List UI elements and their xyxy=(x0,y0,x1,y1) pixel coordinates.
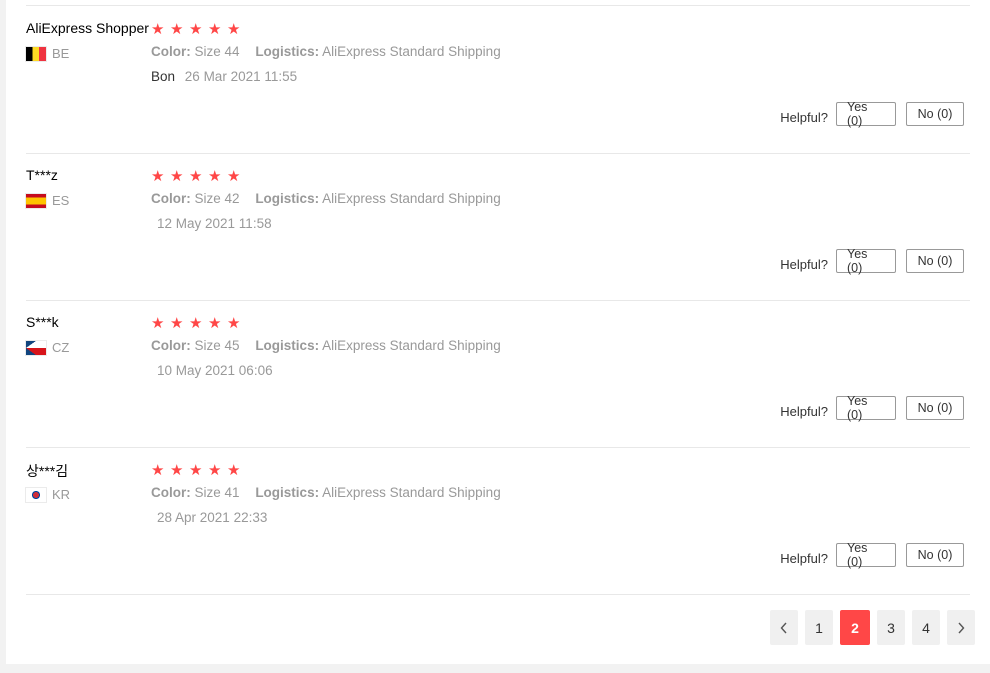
country-code: ES xyxy=(52,193,70,208)
star-icon: ★ xyxy=(151,315,165,332)
star-icon: ★ xyxy=(151,21,165,38)
prev-page-button[interactable] xyxy=(770,610,798,645)
review-item: S***k CZ ★ ★ ★ ★ ★ Color: Size 45 Logist… xyxy=(26,300,970,448)
helpful-vote: Helpful? Yes (0) No (0) xyxy=(780,541,964,569)
helpful-label: Helpful? xyxy=(780,256,828,272)
color-label: Color: xyxy=(151,191,191,206)
star-icon: ★ xyxy=(170,462,184,479)
country-code: BE xyxy=(52,46,70,61)
order-attributes: Color: Size 44 Logistics: AliExpress Sta… xyxy=(151,44,501,59)
helpful-label: Helpful? xyxy=(780,550,828,566)
review-date: 28 Apr 2021 22:33 xyxy=(157,510,268,525)
review-item: 상***김 KR ★ ★ ★ ★ ★ Color: Size 41 Logist… xyxy=(26,447,970,595)
star-icon: ★ xyxy=(227,315,241,332)
review-feedback: Bon 26 Mar 2021 11:55 xyxy=(151,69,297,84)
belgium-flag-icon xyxy=(26,46,46,61)
star-icon: ★ xyxy=(208,462,222,479)
helpful-yes-button[interactable]: Yes (0) xyxy=(836,247,896,275)
logistics-value: AliExpress Standard Shipping xyxy=(322,191,501,206)
helpful-yes-button[interactable]: Yes (0) xyxy=(836,100,896,128)
logistics-label: Logistics: xyxy=(255,338,320,353)
star-rating: ★ ★ ★ ★ ★ xyxy=(151,462,246,480)
chevron-right-icon xyxy=(958,622,965,633)
reviewer-country: CZ xyxy=(26,340,69,355)
helpful-label: Helpful? xyxy=(780,109,828,125)
star-icon: ★ xyxy=(227,168,241,185)
chevron-left-icon xyxy=(780,622,787,633)
page-button-3[interactable]: 3 xyxy=(877,610,905,645)
review-date: 12 May 2021 11:58 xyxy=(157,216,272,231)
review-feedback: 12 May 2021 11:58 xyxy=(151,216,272,231)
star-rating: ★ ★ ★ ★ ★ xyxy=(151,315,246,333)
review-date: 10 May 2021 06:06 xyxy=(157,363,273,378)
helpful-no-button[interactable]: No (0) xyxy=(906,543,964,567)
star-icon: ★ xyxy=(170,21,184,38)
helpful-no-button[interactable]: No (0) xyxy=(906,102,964,126)
review-feedback: 28 Apr 2021 22:33 xyxy=(151,510,267,525)
review-date: 26 Mar 2021 11:55 xyxy=(184,69,298,84)
helpful-label: Helpful? xyxy=(780,403,828,419)
color-label: Color: xyxy=(151,485,191,500)
pagination: 1 2 3 4 xyxy=(763,610,975,645)
reviewer-country: KR xyxy=(26,487,70,502)
star-icon: ★ xyxy=(208,168,222,185)
reviews-panel: AliExpress Shopper BE ★ ★ ★ ★ ★ Color: S… xyxy=(6,0,990,664)
star-rating: ★ ★ ★ ★ ★ xyxy=(151,21,246,39)
review-text: Bon xyxy=(151,69,176,84)
helpful-no-button[interactable]: No (0) xyxy=(906,396,964,420)
logistics-value: AliExpress Standard Shipping xyxy=(322,485,501,500)
logistics-value: AliExpress Standard Shipping xyxy=(322,338,501,353)
spain-flag-icon xyxy=(26,193,46,208)
color-value: Size 42 xyxy=(194,191,240,206)
star-icon: ★ xyxy=(151,168,165,185)
logistics-value: AliExpress Standard Shipping xyxy=(322,44,501,59)
logistics-label: Logistics: xyxy=(255,191,320,206)
reviewer-name: T***z xyxy=(26,167,58,183)
star-icon: ★ xyxy=(208,315,222,332)
star-icon: ★ xyxy=(151,462,165,479)
star-icon: ★ xyxy=(189,315,203,332)
reviewer-country: ES xyxy=(26,193,69,208)
helpful-yes-button[interactable]: Yes (0) xyxy=(836,394,896,422)
order-attributes: Color: Size 42 Logistics: AliExpress Sta… xyxy=(151,191,501,206)
page-button-4[interactable]: 4 xyxy=(912,610,940,645)
color-value: Size 41 xyxy=(194,485,240,500)
order-attributes: Color: Size 45 Logistics: AliExpress Sta… xyxy=(151,338,501,353)
color-label: Color: xyxy=(151,338,191,353)
reviewer-country: BE xyxy=(26,46,69,61)
reviewer-name: S***k xyxy=(26,314,59,330)
star-icon: ★ xyxy=(170,315,184,332)
country-code: CZ xyxy=(52,340,70,355)
page-button-2-current[interactable]: 2 xyxy=(840,610,870,645)
korea-flag-icon xyxy=(26,487,46,502)
star-icon: ★ xyxy=(189,462,203,479)
color-label: Color: xyxy=(151,44,191,59)
country-code: KR xyxy=(52,487,71,502)
czech-flag-icon xyxy=(26,340,46,355)
star-icon: ★ xyxy=(208,21,222,38)
logistics-label: Logistics: xyxy=(255,44,320,59)
star-icon: ★ xyxy=(227,462,241,479)
review-feedback: 10 May 2021 06:06 xyxy=(151,363,273,378)
page-button-1[interactable]: 1 xyxy=(805,610,833,645)
reviewer-name: 상***김 xyxy=(26,463,69,479)
star-rating: ★ ★ ★ ★ ★ xyxy=(151,168,246,186)
logistics-label: Logistics: xyxy=(255,485,320,500)
next-page-button[interactable] xyxy=(947,610,975,645)
star-icon: ★ xyxy=(189,21,203,38)
review-item: AliExpress Shopper BE ★ ★ ★ ★ ★ Color: S… xyxy=(26,6,970,154)
color-value: Size 44 xyxy=(194,44,240,59)
helpful-vote: Helpful? Yes (0) No (0) xyxy=(780,394,964,422)
order-attributes: Color: Size 41 Logistics: AliExpress Sta… xyxy=(151,485,501,500)
helpful-vote: Helpful? Yes (0) No (0) xyxy=(780,100,964,128)
star-icon: ★ xyxy=(227,21,241,38)
review-item: T***z ES ★ ★ ★ ★ ★ Color: Size 42 Logist… xyxy=(26,153,970,301)
color-value: Size 45 xyxy=(194,338,240,353)
helpful-vote: Helpful? Yes (0) No (0) xyxy=(780,247,964,275)
helpful-no-button[interactable]: No (0) xyxy=(906,249,964,273)
star-icon: ★ xyxy=(170,168,184,185)
reviewer-name: AliExpress Shopper xyxy=(26,20,149,36)
star-icon: ★ xyxy=(189,168,203,185)
helpful-yes-button[interactable]: Yes (0) xyxy=(836,541,896,569)
